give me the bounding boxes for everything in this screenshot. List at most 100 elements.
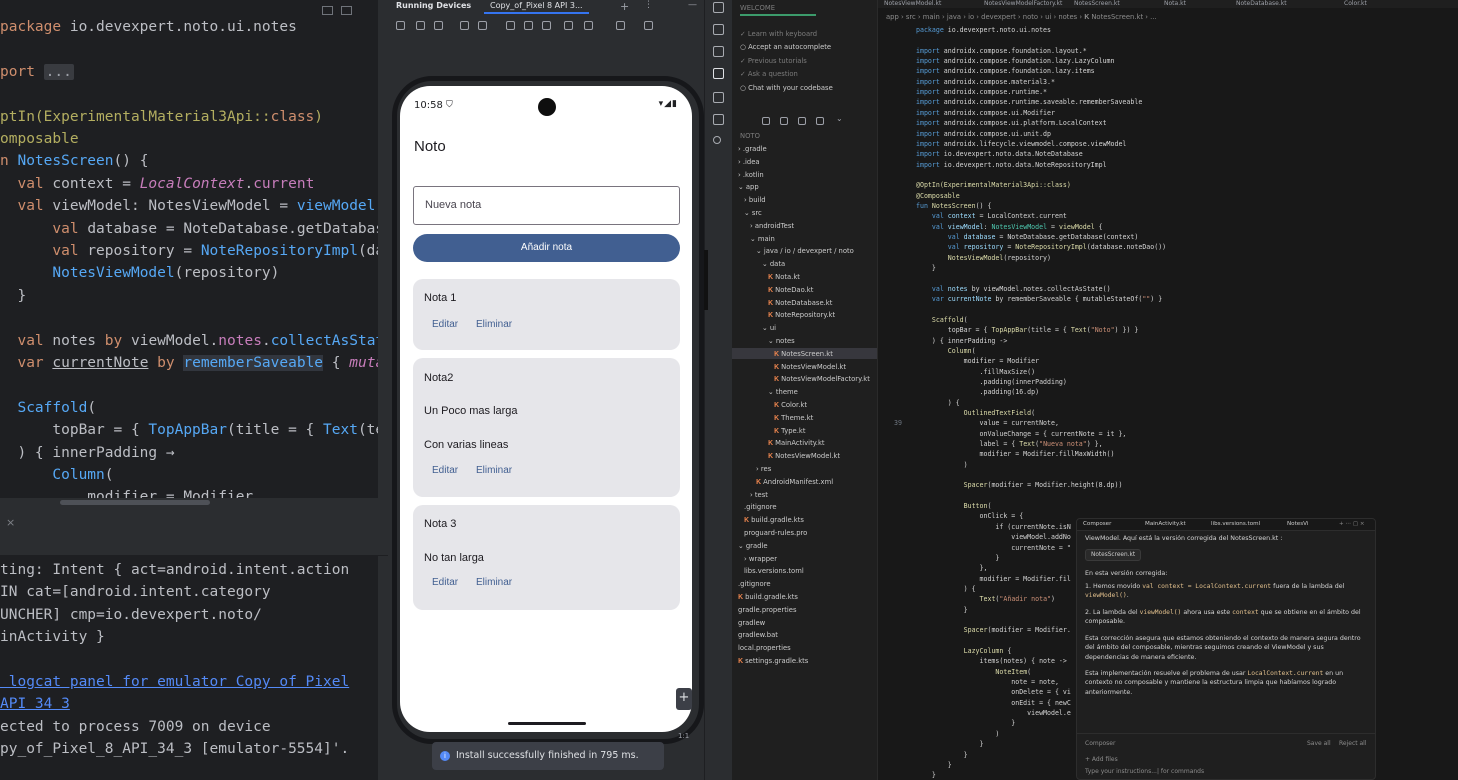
code-line[interactable]: val notes by viewModel.notes.collectAsSt… — [0, 330, 384, 352]
explorer-item[interactable]: 𝐊 MainActivity.kt — [768, 439, 825, 448]
code-line[interactable]: ) { — [916, 399, 960, 407]
code-line[interactable]: ) { — [916, 585, 976, 593]
scrollbar-thumb[interactable] — [60, 500, 210, 505]
add-files-button[interactable]: + Add files — [1085, 756, 1118, 763]
home-indicator[interactable] — [508, 722, 586, 725]
chevron-down-icon[interactable]: ⌄ — [836, 114, 844, 123]
code-line[interactable]: modifier = Modifier — [0, 486, 253, 498]
file-chip[interactable]: NotesScreen.kt — [1085, 549, 1142, 561]
code-line[interactable]: ) — [916, 461, 968, 469]
code-line[interactable]: } — [916, 740, 984, 748]
save-all-button[interactable]: Save all — [1307, 740, 1331, 747]
zoom-ratio[interactable]: 1:1 — [678, 732, 689, 740]
explorer-item[interactable]: › build — [744, 196, 766, 204]
code-line[interactable]: var currentNote by rememberSaveable { mu… — [916, 295, 1162, 303]
explorer-item[interactable]: gradle.properties — [738, 606, 797, 614]
delete-button[interactable]: Eliminar — [476, 465, 512, 476]
code-line[interactable]: val database = NoteDatabase.getDatabase(… — [916, 233, 1139, 241]
code-line[interactable]: ptIn(ExperimentalMaterial3Api::class) — [0, 106, 323, 128]
home-icon[interactable] — [524, 21, 533, 30]
console-link[interactable]: logcat panel for emulator Copy of Pixel — [0, 671, 349, 693]
add-device-tab-icon[interactable]: + — [620, 0, 629, 13]
explorer-item[interactable]: › .idea — [738, 158, 760, 166]
explorer-item[interactable]: › androidTest — [750, 222, 794, 230]
edit-button[interactable]: Editar — [432, 465, 458, 476]
code-line[interactable]: } — [0, 285, 26, 307]
code-line[interactable]: @Composable — [916, 192, 960, 200]
gradle-icon[interactable] — [713, 24, 724, 35]
explorer-item[interactable]: 𝐊 NoteDao.kt — [768, 286, 813, 295]
explorer-item[interactable]: ⌄ ui — [762, 324, 776, 332]
code-editor[interactable]: package io.devexpert.noto.ui.notes port .… — [0, 0, 388, 498]
code-line[interactable]: topBar = { TopAppBar(title = { Text(te — [0, 419, 384, 441]
explorer-item[interactable]: ⌄ java / io / devexpert / noto — [756, 247, 854, 255]
code-line[interactable]: fun NotesScreen() { — [916, 202, 991, 210]
editor-tab[interactable]: Nota.kt — [1164, 0, 1186, 7]
explorer-item[interactable]: 𝐊 Theme.kt — [774, 414, 813, 423]
explorer-item[interactable]: 𝐊 NotesViewModel.kt — [774, 363, 846, 372]
device-screen[interactable]: 10:58 ⛉ ▾◢▮ Noto Nueva nota Añadir nota … — [400, 86, 692, 732]
explorer-item[interactable]: 𝐊 Color.kt — [774, 401, 807, 410]
code-line[interactable]: NotesViewModel(repository) — [0, 262, 279, 284]
code-line[interactable]: onClick = { — [916, 512, 1024, 520]
explorer-item[interactable]: 𝐊 Nota.kt — [768, 273, 800, 282]
zoom-in-button[interactable]: + — [676, 688, 692, 710]
code-line[interactable]: ) { innerPadding -> — [916, 337, 1007, 345]
rotate-right-icon[interactable] — [478, 21, 487, 30]
code-line[interactable]: import io.devexpert.noto.data.NoteReposi… — [916, 161, 1107, 169]
split-view-icon[interactable] — [341, 6, 352, 15]
explorer-item[interactable]: gradlew — [738, 619, 765, 627]
code-line[interactable]: } — [916, 606, 968, 614]
code-line[interactable]: }, — [916, 564, 988, 572]
editor-tab[interactable]: NoteDatabase.kt — [1236, 0, 1287, 7]
explorer-item[interactable]: libs.versions.toml — [744, 567, 804, 575]
explorer-item[interactable]: 𝐊 settings.gradle.kts — [738, 657, 808, 666]
code-line[interactable]: Spacer(modifier = Modifier.height(8.dp)) — [916, 481, 1123, 489]
code-line[interactable]: Spacer(modifier = Modifier. — [916, 626, 1071, 634]
code-line[interactable]: import androidx.compose.ui.Modifier — [916, 109, 1055, 117]
breadcrumb[interactable]: app › src › main › java › io › devexpert… — [886, 13, 1157, 22]
explorer-item[interactable]: ⌄ data — [762, 260, 785, 268]
code-line[interactable]: val database = NoteDatabase.getDatabas — [0, 218, 384, 240]
reset-icon[interactable] — [616, 21, 625, 30]
editor-tab[interactable]: NotesScreen.kt — [1074, 0, 1120, 7]
editor-tab[interactable]: NotesViewModelFactory.kt — [984, 0, 1062, 7]
gemini-icon[interactable] — [713, 136, 721, 144]
editor-scrollbar[interactable] — [378, 0, 388, 498]
code-line[interactable]: import androidx.compose.runtime.* — [916, 88, 1047, 96]
code-line[interactable]: items(notes) { note -> — [916, 657, 1067, 665]
explorer-item[interactable]: .gitignore — [738, 580, 771, 588]
code-line[interactable]: value = currentNote, — [916, 419, 1059, 427]
tab-composer[interactable]: Composer — [1083, 521, 1111, 527]
minimize-icon[interactable]: — — [688, 0, 697, 10]
running-devices-icon[interactable] — [713, 68, 724, 79]
code-line[interactable]: var currentNote by rememberSaveable { mu… — [0, 352, 384, 374]
code-line[interactable]: val viewModel: NotesViewModel = viewMode… — [0, 195, 375, 217]
code-line[interactable]: val repository = NoteRepositoryImpl(data… — [916, 243, 1166, 251]
volume-up-icon[interactable] — [416, 21, 425, 30]
code-line[interactable]: label = { Text("Nueva nota") }, — [916, 440, 1103, 448]
code-line[interactable]: val context = LocalContext.current — [916, 212, 1067, 220]
code-line[interactable]: omposable — [0, 128, 79, 150]
code-line[interactable]: ) { innerPadding → — [0, 442, 174, 464]
code-line[interactable]: OutlinedTextField( — [916, 409, 1035, 417]
explorer-item[interactable]: ⌄ src — [744, 209, 762, 217]
explorer-item[interactable]: 𝐊 NotesScreen.kt — [774, 350, 833, 359]
explorer-item[interactable]: › test — [750, 491, 768, 499]
back-icon[interactable] — [506, 21, 515, 30]
code-line[interactable]: viewModel.e — [916, 709, 1071, 717]
power-icon[interactable] — [396, 21, 405, 30]
code-line[interactable]: val viewModel: NotesViewModel = viewMode… — [916, 223, 1103, 231]
code-line[interactable]: Button( — [916, 502, 992, 510]
code-line[interactable]: modifier = Modifier.fil — [916, 575, 1071, 583]
editor-horizontal-scrollbar[interactable] — [0, 498, 388, 508]
overview-icon[interactable] — [542, 21, 551, 30]
code-line[interactable]: import androidx.lifecycle.viewmodel.comp… — [916, 140, 1126, 148]
code-line[interactable]: } — [916, 554, 999, 562]
emulator-icon[interactable] — [713, 92, 724, 103]
explorer-item[interactable]: 𝐊 NoteDatabase.kt — [768, 299, 832, 308]
code-line[interactable]: .padding(16.dp) — [916, 388, 1040, 396]
panel-controls-icon[interactable]: + ⋯ ▢ × — [1339, 521, 1365, 527]
code-line[interactable]: modifier = Modifier — [916, 357, 1039, 365]
explorer-item[interactable]: › .kotlin — [738, 171, 764, 179]
